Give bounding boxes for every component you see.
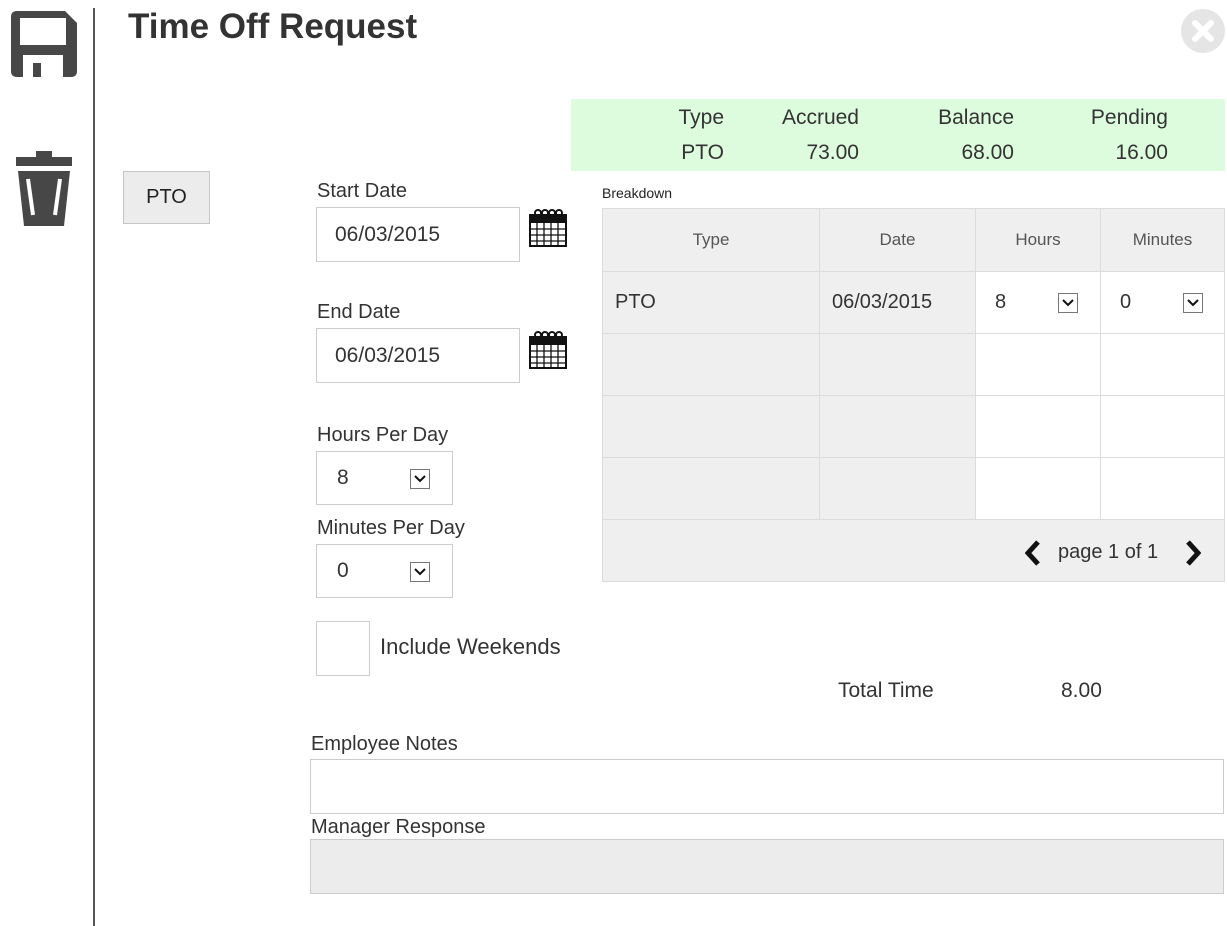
include-weekends-label: Include Weekends xyxy=(380,634,561,659)
breakdown-table: Type Date Hours Minutes PTO 06/03/2015 8… xyxy=(602,208,1225,582)
page-title: Time Off Request xyxy=(128,7,418,46)
total-time-value: 8.00 xyxy=(1061,679,1102,702)
manager-response-label: Manager Response xyxy=(311,816,486,838)
chevron-down-icon xyxy=(410,562,430,582)
table-row xyxy=(602,457,1225,520)
manager-response-field xyxy=(310,839,1224,894)
table-cell xyxy=(602,333,820,396)
hours-per-day-label: Hours Per Day xyxy=(317,424,449,446)
hours-per-day-value: 8 xyxy=(337,466,349,489)
trash-can-icon xyxy=(16,151,72,226)
table-cell xyxy=(975,395,1101,458)
minutes-per-day-label: Minutes Per Day xyxy=(317,517,465,539)
chevron-right-icon xyxy=(1186,540,1202,566)
floppy-disk-icon xyxy=(11,11,77,77)
start-date-calendar-button[interactable] xyxy=(528,208,568,253)
pager-row: page 1 of 1 xyxy=(602,519,1225,582)
include-weekends-checkbox[interactable] xyxy=(316,621,370,676)
prev-page-button[interactable] xyxy=(1024,540,1041,571)
chevron-left-icon xyxy=(1024,540,1040,566)
summary-header-pending: Pending xyxy=(1090,106,1168,129)
end-date-calendar-button[interactable] xyxy=(528,330,568,375)
minutes-per-day-select[interactable]: 0 xyxy=(316,544,453,598)
column-header-hours: Hours xyxy=(975,208,1101,272)
table-row xyxy=(602,333,1225,396)
chevron-down-icon xyxy=(1058,293,1078,313)
table-row xyxy=(602,395,1225,458)
summary-value-pending: 16.00 xyxy=(1115,141,1168,164)
row-minutes-select[interactable]: 0 xyxy=(1100,271,1225,334)
table-cell xyxy=(975,333,1101,396)
calendar-icon xyxy=(529,331,567,369)
calendar-icon xyxy=(529,209,567,247)
table-cell: 06/03/2015 xyxy=(819,271,976,334)
table-cell xyxy=(1100,457,1225,520)
chevron-down-icon xyxy=(410,469,430,489)
breakdown-label: Breakdown xyxy=(602,185,673,201)
row-hours-select[interactable]: 8 xyxy=(975,271,1101,334)
row-minutes-value: 0 xyxy=(1120,291,1132,313)
close-button[interactable] xyxy=(1181,9,1225,53)
table-header-row: Type Date Hours Minutes xyxy=(602,208,1225,272)
hours-per-day-select[interactable]: 8 xyxy=(316,451,453,505)
balance-summary: Type Accrued Balance Pending PTO 73.00 6… xyxy=(571,99,1225,171)
table-cell xyxy=(819,333,976,396)
table-cell: PTO xyxy=(602,271,820,334)
toolbar-divider xyxy=(93,8,95,926)
save-button[interactable] xyxy=(11,11,77,77)
table-row: PTO 06/03/2015 8 0 xyxy=(602,271,1225,334)
start-date-input[interactable]: 06/03/2015 xyxy=(316,207,520,262)
summary-header-accrued: Accrued xyxy=(781,106,859,129)
summary-header-type: Type xyxy=(678,106,724,129)
column-header-date: Date xyxy=(819,208,976,272)
table-cell xyxy=(819,395,976,458)
total-time-label: Total Time xyxy=(838,679,934,702)
start-date-label: Start Date xyxy=(317,180,408,202)
next-page-button[interactable] xyxy=(1185,540,1202,571)
summary-header-balance: Balance xyxy=(938,106,1014,129)
minutes-per-day-value: 0 xyxy=(337,559,349,582)
delete-button[interactable] xyxy=(16,151,72,226)
employee-notes-field[interactable] xyxy=(310,759,1224,814)
row-type: PTO xyxy=(615,291,656,313)
pager: page 1 of 1 xyxy=(602,519,1225,582)
summary-value-type: PTO xyxy=(681,141,724,164)
chevron-down-icon xyxy=(1183,293,1203,313)
table-cell xyxy=(602,457,820,520)
leave-type-button[interactable]: PTO xyxy=(123,171,210,224)
table-cell xyxy=(819,457,976,520)
table-cell xyxy=(602,395,820,458)
table-cell xyxy=(975,457,1101,520)
end-date-label: End Date xyxy=(317,301,401,323)
summary-value-accrued: 73.00 xyxy=(806,141,859,164)
pager-text: page 1 of 1 xyxy=(1058,541,1159,563)
row-date: 06/03/2015 xyxy=(832,291,933,313)
row-hours-value: 8 xyxy=(995,291,1007,313)
employee-notes-label: Employee Notes xyxy=(311,733,458,755)
close-icon xyxy=(1192,20,1214,42)
summary-value-balance: 68.00 xyxy=(961,141,1014,164)
table-cell xyxy=(1100,395,1225,458)
table-cell xyxy=(1100,333,1225,396)
column-header-minutes: Minutes xyxy=(1100,208,1225,272)
end-date-input[interactable]: 06/03/2015 xyxy=(316,328,520,383)
column-header-type: Type xyxy=(602,208,820,272)
